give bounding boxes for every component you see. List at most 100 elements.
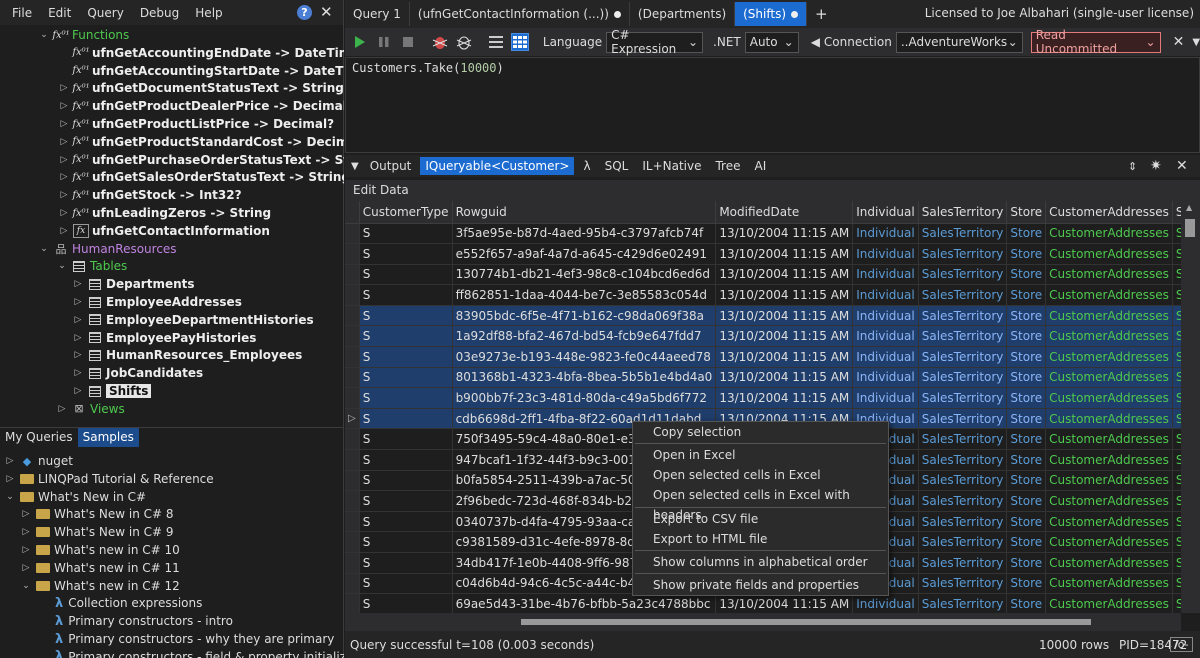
link-individual[interactable]: Individual <box>852 346 919 368</box>
link-store[interactable]: Store <box>1006 346 1047 368</box>
code-editor[interactable]: Customers.Take(10000) <box>345 57 1200 153</box>
expand-icon[interactable]: ▷ <box>72 297 84 307</box>
cell-rowguid[interactable]: 130774b1-db21-4ef3-98c8-c104bcd6ed6d <box>452 264 717 286</box>
cell-customer-type[interactable]: S <box>359 511 453 533</box>
cell-customer-type[interactable]: S <box>359 223 453 245</box>
link-sales[interactable]: Sal <box>1172 573 1181 595</box>
grid-results-icon[interactable] <box>510 33 529 51</box>
tree-table[interactable]: ▷ JobCandidates <box>72 364 204 382</box>
row-header[interactable] <box>345 243 360 265</box>
row-header[interactable] <box>345 573 360 595</box>
menu-item-open-selected-excel-headers[interactable]: Open selected cells in Excel with header… <box>633 485 888 522</box>
link-store[interactable]: Store <box>1006 428 1047 451</box>
samples-query[interactable]: λ Primary constructors - why they are pri… <box>40 630 334 648</box>
link-store[interactable]: Store <box>1006 511 1047 533</box>
link-sales-territory[interactable]: SalesTerritory <box>918 408 1008 430</box>
link-customer-addresses[interactable]: CustomerAddresses <box>1045 593 1173 613</box>
table-row[interactable]: S 801368b1-4323-4bfa-8bea-5b5b1e4bd4a0 13/… <box>345 367 1181 389</box>
link-sales[interactable]: Sal <box>1172 511 1181 533</box>
cell-customer-type[interactable]: S <box>359 408 453 430</box>
menu-item-copy-selection[interactable]: Copy selection <box>633 422 888 442</box>
link-sales[interactable]: Sal <box>1172 428 1181 451</box>
link-sales[interactable]: Sal <box>1172 264 1181 286</box>
cell-modified-date[interactable]: 13/10/2004 11:15 AM <box>715 305 854 327</box>
tab-lambda[interactable]: λ <box>578 157 595 175</box>
link-store[interactable]: Store <box>1006 573 1047 595</box>
link-sales-territory[interactable]: SalesTerritory <box>918 490 1008 512</box>
cell-rowguid[interactable]: 1a92df88-bfa2-467d-bd54-fcb9e647fdd7 <box>452 325 717 348</box>
tab-my-queries[interactable]: My Queries <box>0 428 78 447</box>
cell-customer-type[interactable]: S <box>359 284 453 306</box>
table-row[interactable]: S 03e9273e-b193-448e-9823-fe0c44aeed78 13/… <box>345 346 1181 368</box>
collapse-icon[interactable]: ▼ <box>351 161 359 172</box>
expand-icon[interactable]: ▷ <box>20 527 32 537</box>
tree-function[interactable]: ▷ fx⁰¹ ufnGetProductListPrice -> Decimal? <box>58 115 335 133</box>
table-row[interactable]: Sb900bb7f-23c3-481d-80da-c49a5bd6f772 13/… <box>345 387 1181 409</box>
menu-debug[interactable]: Debug <box>132 6 187 20</box>
menu-item-open-excel[interactable]: Open in Excel <box>633 445 888 465</box>
tree-tables-folder[interactable]: ⌄ Tables <box>56 257 127 275</box>
expand-icon[interactable]: ▷ <box>72 350 84 360</box>
tree-schema-humanresources[interactable]: ⌄ 品 HumanResources <box>38 240 176 258</box>
link-sales[interactable]: Sal <box>1172 325 1181 348</box>
link-store[interactable]: Store <box>1006 593 1047 613</box>
expand-icon[interactable]: ▷ <box>56 404 68 414</box>
link-individual[interactable]: Individual <box>852 284 919 306</box>
cell-customer-type[interactable]: S <box>359 490 453 512</box>
row-header[interactable] <box>345 593 360 613</box>
column-header[interactable]: ModifiedDate <box>715 201 854 224</box>
connection-select[interactable]: ..AdventureWorks ⌄ <box>895 31 1023 53</box>
column-header[interactable]: Sal <box>1172 201 1181 224</box>
table-row[interactable]: S 130774b1-db21-4ef3-98c8-c104bcd6ed6d 13/… <box>345 264 1181 286</box>
scroll-thumb[interactable] <box>521 619 1091 625</box>
cell-customer-type[interactable]: S <box>359 593 453 613</box>
cell-modified-date[interactable]: 13/10/2004 11:15 AM <box>715 367 854 389</box>
tree-function[interactable]: fx⁰¹ufnGetAccountingStartDate -> DateTim… <box>58 62 344 80</box>
link-sales-territory[interactable]: SalesTerritory <box>918 511 1008 533</box>
row-header[interactable] <box>345 490 360 512</box>
collapse-icon[interactable]: ⌄ <box>56 261 68 271</box>
tree-function[interactable]: ▷ fx⁰¹ ufnLeadingZeros -> String <box>58 204 272 222</box>
link-customer-addresses[interactable]: CustomerAddresses <box>1045 428 1173 451</box>
cell-customer-type[interactable]: S <box>359 470 453 492</box>
link-sales[interactable]: Sal <box>1172 305 1181 327</box>
cell-modified-date[interactable]: 13/10/2004 11:15 AM <box>715 284 854 306</box>
table-row[interactable]: S 69ae5d43-31be-4b76-bfbb-5a23c4788bbc 13/… <box>345 593 1181 613</box>
row-header[interactable] <box>345 428 360 451</box>
tree-table[interactable]: ▷ HumanResources_Employees <box>72 346 303 364</box>
query-tab-active[interactable]: (Shifts) <box>735 2 808 26</box>
row-header[interactable] <box>345 531 360 553</box>
row-header[interactable] <box>345 387 360 409</box>
link-store[interactable]: Store <box>1006 408 1047 430</box>
tree-function[interactable]: ▷ fx⁰¹ ufnGetProductStandardCost -> Decima… <box>58 133 344 151</box>
row-header[interactable] <box>345 449 360 471</box>
tree-function[interactable]: ▷ fx⁰¹ ufnGetStock -> Int32? <box>58 186 242 204</box>
pause-icon[interactable] <box>375 33 393 51</box>
cell-customer-type[interactable]: S <box>359 428 453 451</box>
link-sales[interactable]: Sal <box>1172 552 1181 574</box>
bug-icon[interactable] <box>431 33 449 51</box>
expand-icon[interactable]: ▷ <box>58 101 70 111</box>
expand-icon[interactable]: ▷ <box>58 83 70 93</box>
link-individual[interactable]: Individual <box>852 387 919 409</box>
cell-modified-date[interactable]: 13/10/2004 11:15 AM <box>715 223 854 245</box>
expand-icon[interactable]: ▷ <box>4 456 16 466</box>
tab-output[interactable]: Output <box>365 157 417 175</box>
cell-customer-type[interactable]: S <box>359 531 453 553</box>
link-individual[interactable]: Individual <box>852 243 919 265</box>
cell-modified-date[interactable]: 13/10/2004 11:15 AM <box>715 243 854 265</box>
row-header[interactable] <box>345 346 360 368</box>
link-customer-addresses[interactable]: CustomerAddresses <box>1045 367 1173 389</box>
link-individual[interactable]: Individual <box>852 367 919 389</box>
menu-item-export-html[interactable]: Export to HTML file <box>633 529 888 549</box>
scroll-up-icon[interactable]: ▲ <box>1186 203 1192 212</box>
link-sales[interactable]: Sal <box>1172 408 1181 430</box>
samples-whats-new[interactable]: ⌄ What's New in C# <box>4 488 146 506</box>
expand-icon[interactable]: ▷ <box>20 545 32 555</box>
edit-data-bar[interactable]: Edit Data <box>345 180 1200 201</box>
samples-query[interactable]: λ Primary constructors - intro <box>40 612 233 630</box>
cell-customer-type[interactable]: S <box>359 325 453 348</box>
query-tab[interactable]: Query 1 <box>345 2 410 26</box>
tab-sql[interactable]: SQL <box>600 157 634 175</box>
spinner-icon[interactable]: ✷ <box>1150 158 1162 174</box>
